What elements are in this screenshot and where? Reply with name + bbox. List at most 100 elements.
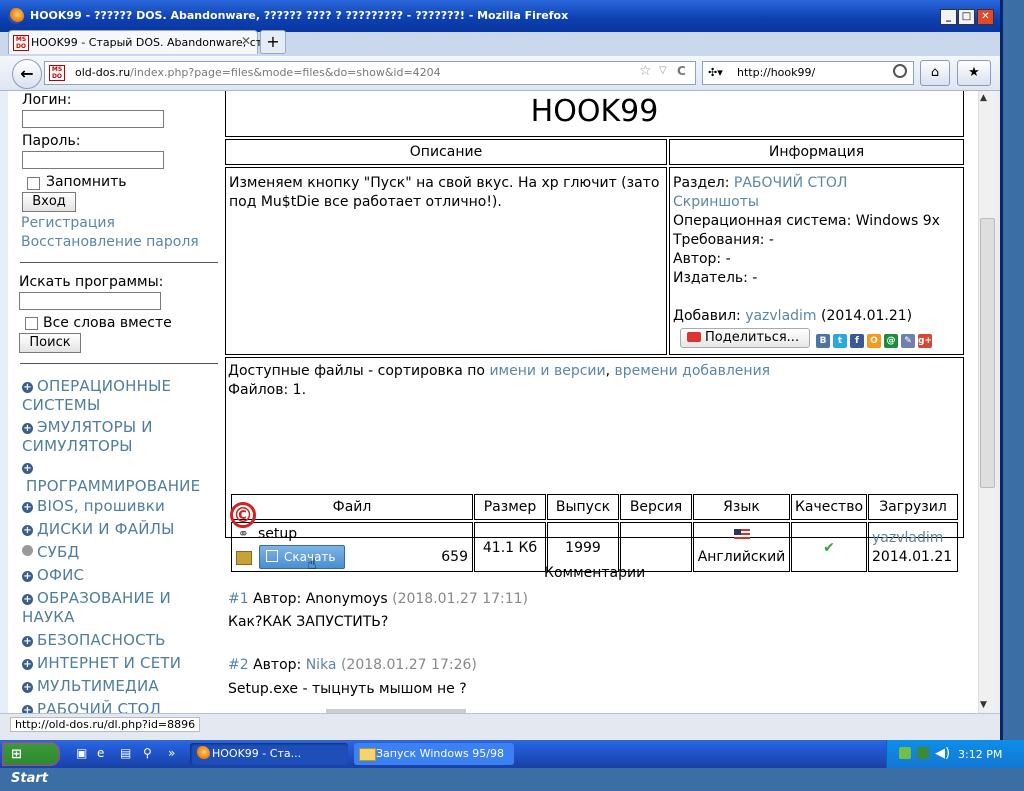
category-office[interactable]: + ОФИС	[22, 566, 222, 585]
tray-network-icon[interactable]	[917, 747, 929, 759]
tab-hook99[interactable]: MS DO HOOK99 - Старый DOS. Abandonware, …	[8, 30, 279, 54]
search-quicklaunch-icon[interactable]: ⚲	[143, 746, 159, 762]
upload-date: 2014.01.21	[872, 549, 953, 565]
search-programs-input[interactable]	[19, 292, 161, 310]
category-education[interactable]: + ОБРАЗОВАНИЕ И НАУКА	[22, 589, 212, 627]
search-engine-icon[interactable]: ✣▾	[708, 66, 723, 79]
password-input[interactable]	[22, 151, 164, 169]
description-box: Изменяем кнопку "Пуск" на свой вкус. На …	[225, 167, 667, 355]
expand-icon: +	[22, 636, 33, 647]
mailru-icon[interactable]: @	[884, 333, 898, 348]
comment-author-label: Автор:	[253, 657, 302, 673]
comment-header: #2 Автор: Nika (2018.01.27 17:26)	[228, 657, 477, 673]
ie-icon[interactable]: e	[97, 746, 113, 762]
page-viewport: Логин: Пароль: Запомнить Вход Регистраци…	[8, 91, 978, 713]
login-button[interactable]: Вход	[22, 192, 76, 212]
odnoklassniki-icon[interactable]: О	[867, 333, 881, 348]
back-button[interactable]: ←	[12, 59, 42, 89]
added-user-link[interactable]: yazvladim	[745, 308, 816, 324]
share-button[interactable]: Поделиться...	[680, 328, 810, 348]
search-button[interactable]: Поиск	[19, 333, 81, 353]
facebook-icon[interactable]: f	[850, 333, 864, 348]
col-header-version: Версия	[620, 494, 692, 520]
category-internet[interactable]: + ИНТЕРНЕТ И СЕТИ	[22, 654, 222, 673]
vertical-scroll-thumb[interactable]	[980, 218, 995, 488]
status-bar: http://old-dos.ru/dl.php?id=8896	[0, 713, 1000, 741]
register-link[interactable]: Регистрация	[21, 215, 115, 231]
download-icon	[266, 550, 278, 562]
category-label: СУБД	[37, 543, 80, 561]
category-security[interactable]: + БЕЗОПАСНОСТЬ	[22, 631, 222, 650]
section-link[interactable]: РАБОЧИЙ СТОЛ	[734, 175, 848, 191]
folder-icon	[359, 748, 376, 761]
copyright-icon: ©	[230, 502, 256, 528]
taskbar-firefox-button[interactable]: HOOK99 - Ста...	[190, 743, 348, 765]
url-history-dropdown-icon[interactable]: ▽	[659, 65, 667, 76]
googleplus-icon[interactable]: g+	[918, 333, 932, 348]
tab-close-icon[interactable]: ✕	[241, 34, 251, 48]
category-disks[interactable]: + ДИСКИ И ФАЙЛЫ	[22, 520, 222, 539]
livejournal-icon[interactable]: ✎	[901, 333, 915, 348]
url-path: /index.php?page=files&mode=files&do=show…	[130, 66, 441, 79]
category-bios[interactable]: + BIOS, прошивки	[22, 497, 222, 516]
file-name[interactable]: setup	[258, 526, 297, 542]
all-words-checkbox[interactable]	[25, 317, 38, 330]
quicklaunch-more-icon[interactable]: »	[168, 746, 184, 762]
category-emulators[interactable]: + ЭМУЛЯТОРЫ И СИМУЛЯТОРЫ	[22, 418, 212, 456]
comment-text: Setup.exe - тыцнуть мышом не ?	[228, 681, 467, 697]
category-programming[interactable]: + ПРОГРАММИРОВАНИЕ	[22, 458, 222, 496]
show-desktop-icon[interactable]: ▣	[76, 746, 92, 762]
remember-checkbox[interactable]	[27, 177, 40, 190]
twitter-icon[interactable]: t	[833, 333, 847, 348]
login-input[interactable]	[22, 110, 164, 128]
info-lines: Раздел: РАБОЧИЙ СТОЛ Скриншоты Операцион…	[673, 174, 940, 326]
taskbar-folder-button[interactable]: Запуск Windows 95/98	[354, 743, 514, 765]
uploader-link[interactable]: yazvladim	[872, 529, 957, 548]
author-line: Автор: -	[673, 251, 731, 267]
home-button[interactable]: ⌂	[920, 60, 950, 86]
comment-number-link[interactable]: #1	[228, 591, 249, 607]
category-desktop[interactable]: + РАБОЧИЙ СТОЛ	[22, 700, 222, 713]
reload-icon[interactable]: C	[677, 64, 686, 78]
search-icon[interactable]	[893, 64, 907, 78]
bookmarks-button[interactable]: ★	[957, 60, 991, 86]
screenshots-link[interactable]: Скриншоты	[673, 193, 940, 212]
tray-app-icon[interactable]	[899, 747, 911, 759]
url-text[interactable]: old-dos.ru/index.php?page=files&mode=fil…	[75, 66, 441, 79]
recover-password-link[interactable]: Восстановление пароля	[21, 234, 199, 250]
new-tab-button[interactable]: +	[260, 30, 286, 54]
share-icons: Вt f О @ ✎ g+	[816, 330, 935, 349]
expand-icon: +	[22, 659, 33, 670]
sort-by-name-link[interactable]: имени и версии	[489, 363, 605, 379]
megaphone-icon	[687, 332, 701, 342]
comment-author-link[interactable]: Nika	[306, 657, 337, 673]
search-input[interactable]: http://hook99/	[737, 66, 815, 79]
category-label: BIOS, прошивки	[37, 497, 166, 515]
close-window-button[interactable]: ✕	[977, 9, 994, 25]
publisher-line: Издатель: -	[673, 270, 758, 286]
share-label: Поделиться...	[705, 330, 800, 345]
scroll-up-arrow-icon[interactable]: ▲	[980, 93, 987, 103]
scroll-down-arrow-icon[interactable]: ▼	[980, 700, 987, 710]
maximize-button[interactable]: □	[958, 9, 975, 25]
search-bar[interactable]: ✣▾ http://hook99/	[702, 61, 914, 85]
category-dbms[interactable]: СУБД	[22, 543, 222, 562]
category-multimedia[interactable]: + МУЛЬТИМЕДИА	[22, 677, 222, 696]
sort-by-time-link[interactable]: времени добавления	[615, 363, 771, 379]
start-button[interactable]: ⊞ Start	[2, 742, 60, 786]
comment-number-link[interactable]: #2	[228, 657, 249, 673]
program-title-box: HOOK99	[225, 91, 964, 137]
mouse-cursor-icon: ☝	[307, 554, 317, 573]
vk-icon[interactable]: В	[816, 333, 830, 348]
title-bar[interactable]: HOOK99 - ?????? DOS. Abandonware, ??????…	[0, 0, 1000, 32]
category-os[interactable]: + ОПЕРАЦИОННЫЕ СИСТЕМЫ	[22, 377, 212, 415]
explorer-icon[interactable]: ▤	[120, 746, 136, 762]
category-label: МУЛЬТИМЕДИА	[37, 677, 159, 695]
os-line: Операционная система: Windows 9x	[673, 213, 940, 229]
minimize-button[interactable]: _	[940, 9, 957, 25]
tray-volume-icon[interactable]: ◀)	[935, 746, 950, 761]
bookmark-star-icon[interactable]: ☆	[639, 63, 652, 79]
download-button[interactable]: Скачать	[259, 545, 345, 569]
category-label: ПРОГРАММИРОВАНИЕ	[26, 477, 201, 495]
url-bar[interactable]: MS DO old-dos.ru/index.php?page=files&mo…	[44, 61, 696, 85]
